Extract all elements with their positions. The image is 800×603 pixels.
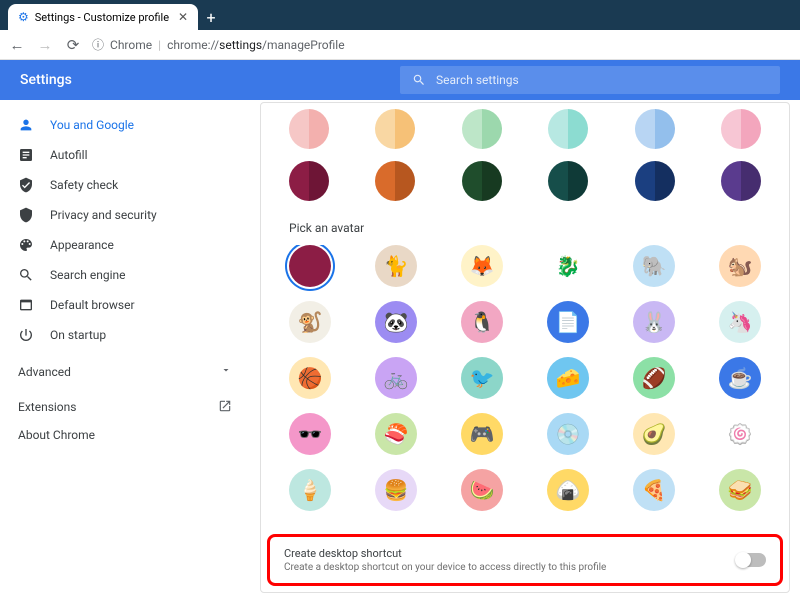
avatar-option[interactable]: 🍔 [375,469,417,511]
sidebar-item-label: On startup [50,328,106,342]
avatar-option[interactable]: 💿 [547,413,589,455]
info-icon: ⓘ [92,36,104,53]
sidebar-item-label: Search engine [50,268,125,282]
avatar-section-label: Pick an avatar [261,215,789,245]
sidebar-item-privacy[interactable]: Privacy and security [0,200,250,230]
browser-icon [18,297,34,313]
theme-color-swatch[interactable] [289,161,329,201]
back-button[interactable]: ← [8,36,26,54]
avatar-option[interactable]: 🚲 [375,357,417,399]
avatar-option[interactable]: 🦊 [461,245,503,287]
theme-color-swatch[interactable] [375,161,415,201]
sidebar-item-on-startup[interactable]: On startup [0,320,250,350]
palette-icon [18,237,34,253]
avatar-option[interactable]: 🥑 [633,413,675,455]
theme-color-swatch[interactable] [548,109,588,149]
person-icon [18,117,34,133]
shortcut-toggle[interactable] [736,553,766,567]
theme-color-swatch[interactable] [635,109,675,149]
open-in-new-icon [218,399,232,416]
avatar-option[interactable]: 🐒 [289,301,331,343]
sidebar-item-you-and-google[interactable]: You and Google [0,110,250,140]
avatar-option[interactable]: 🐼 [375,301,417,343]
url-field[interactable]: ⓘ Chrome | chrome://settings/manageProfi… [92,36,792,53]
tab-title: Settings - Customize profile [35,11,169,24]
avatar-option[interactable]: 🍦 [289,469,331,511]
sidebar-advanced[interactable]: Advanced [0,354,250,389]
shield-check-icon [18,177,34,193]
main-content: Pick an avatar 🐈 🦊 🐉 🐘 🐿️ 🐒 🐼 🐧 📄 🐰 🦄 🏀 🚲 🐦 🧀 🏈 ☕ 🕶️ 🍣 🎮 💿 🥑 🍥… [250,100,800,603]
search-icon [18,267,34,283]
sidebar-item-label: You and Google [50,118,134,132]
browser-tab[interactable]: ⚙ Settings - Customize profile ✕ [8,4,198,30]
avatar-option[interactable]: 🐧 [461,301,503,343]
browser-tab-bar: ⚙ Settings - Customize profile ✕ + [0,0,800,30]
gear-icon: ⚙ [18,10,29,24]
theme-color-swatch[interactable] [721,109,761,149]
theme-color-swatch[interactable] [635,161,675,201]
avatar-option[interactable]: ☕ [719,357,761,399]
new-tab-button[interactable]: + [198,4,224,30]
chevron-down-icon [220,364,232,379]
avatar-option[interactable]: 🧀 [547,357,589,399]
theme-color-swatch[interactable] [721,161,761,201]
page-title: Settings [20,72,72,88]
sidebar-about[interactable]: About Chrome [0,421,250,449]
sidebar-item-label: Privacy and security [50,208,157,222]
theme-color-swatch[interactable] [462,109,502,149]
settings-sidebar: You and Google Autofill Safety check Pri… [0,100,250,603]
avatar-option[interactable]: 🕶️ [289,413,331,455]
search-input[interactable]: Search settings [400,66,780,94]
search-placeholder: Search settings [436,73,519,87]
avatar-option[interactable]: 🐈 [375,245,417,287]
sidebar-item-autofill[interactable]: Autofill [0,140,250,170]
avatar-option[interactable]: 🍥 [719,413,761,455]
theme-colors [261,103,789,215]
shield-icon [18,207,34,223]
theme-color-swatch[interactable] [375,109,415,149]
avatar-option[interactable]: 🍉 [461,469,503,511]
shortcut-description: Create a desktop shortcut on your device… [284,562,736,573]
avatar-option[interactable]: 🐿️ [719,245,761,287]
autofill-icon [18,147,34,163]
sidebar-item-label: Safety check [50,178,118,192]
forward-button[interactable]: → [36,36,54,54]
avatar-option[interactable]: 🐦 [461,357,503,399]
settings-header: Settings Search settings [0,60,800,100]
avatar-option[interactable]: 🥪 [719,469,761,511]
avatar-option[interactable]: 🐘 [633,245,675,287]
avatar-option[interactable]: 🏈 [633,357,675,399]
avatar-grid: 🐈 🦊 🐉 🐘 🐿️ 🐒 🐼 🐧 📄 🐰 🦄 🏀 🚲 🐦 🧀 🏈 ☕ 🕶️ 🍣 🎮 💿 🥑 🍥 🍦 🍔 🍉 🍙 🍕 🥪 [261,245,789,528]
avatar-option[interactable]: 🐉 [547,245,589,287]
avatar-option[interactable]: 🍕 [633,469,675,511]
close-icon[interactable]: ✕ [178,10,188,24]
sidebar-item-label: Appearance [50,238,114,252]
sidebar-item-default-browser[interactable]: Default browser [0,290,250,320]
sidebar-extensions[interactable]: Extensions [0,393,250,421]
sidebar-item-appearance[interactable]: Appearance [0,230,250,260]
power-icon [18,327,34,343]
search-icon [412,73,426,87]
theme-color-swatch[interactable] [289,109,329,149]
shortcut-title: Create desktop shortcut [284,547,736,560]
sidebar-item-label: Default browser [50,298,135,312]
avatar-option[interactable] [289,245,331,287]
avatar-option[interactable]: 📄 [547,301,589,343]
sidebar-item-search-engine[interactable]: Search engine [0,260,250,290]
avatar-option[interactable]: 🎮 [461,413,503,455]
avatar-option[interactable]: 🏀 [289,357,331,399]
sidebar-item-safety-check[interactable]: Safety check [0,170,250,200]
reload-button[interactable]: ⟳ [64,36,82,54]
avatar-option[interactable]: 🍙 [547,469,589,511]
theme-color-swatch[interactable] [548,161,588,201]
sidebar-item-label: Autofill [50,148,88,162]
avatar-option[interactable]: 🍣 [375,413,417,455]
avatar-option[interactable]: 🐰 [633,301,675,343]
address-bar: ← → ⟳ ⓘ Chrome | chrome://settings/manag… [0,30,800,60]
create-desktop-shortcut-row: Create desktop shortcut Create a desktop… [267,534,783,586]
theme-color-swatch[interactable] [462,161,502,201]
avatar-option[interactable]: 🦄 [719,301,761,343]
